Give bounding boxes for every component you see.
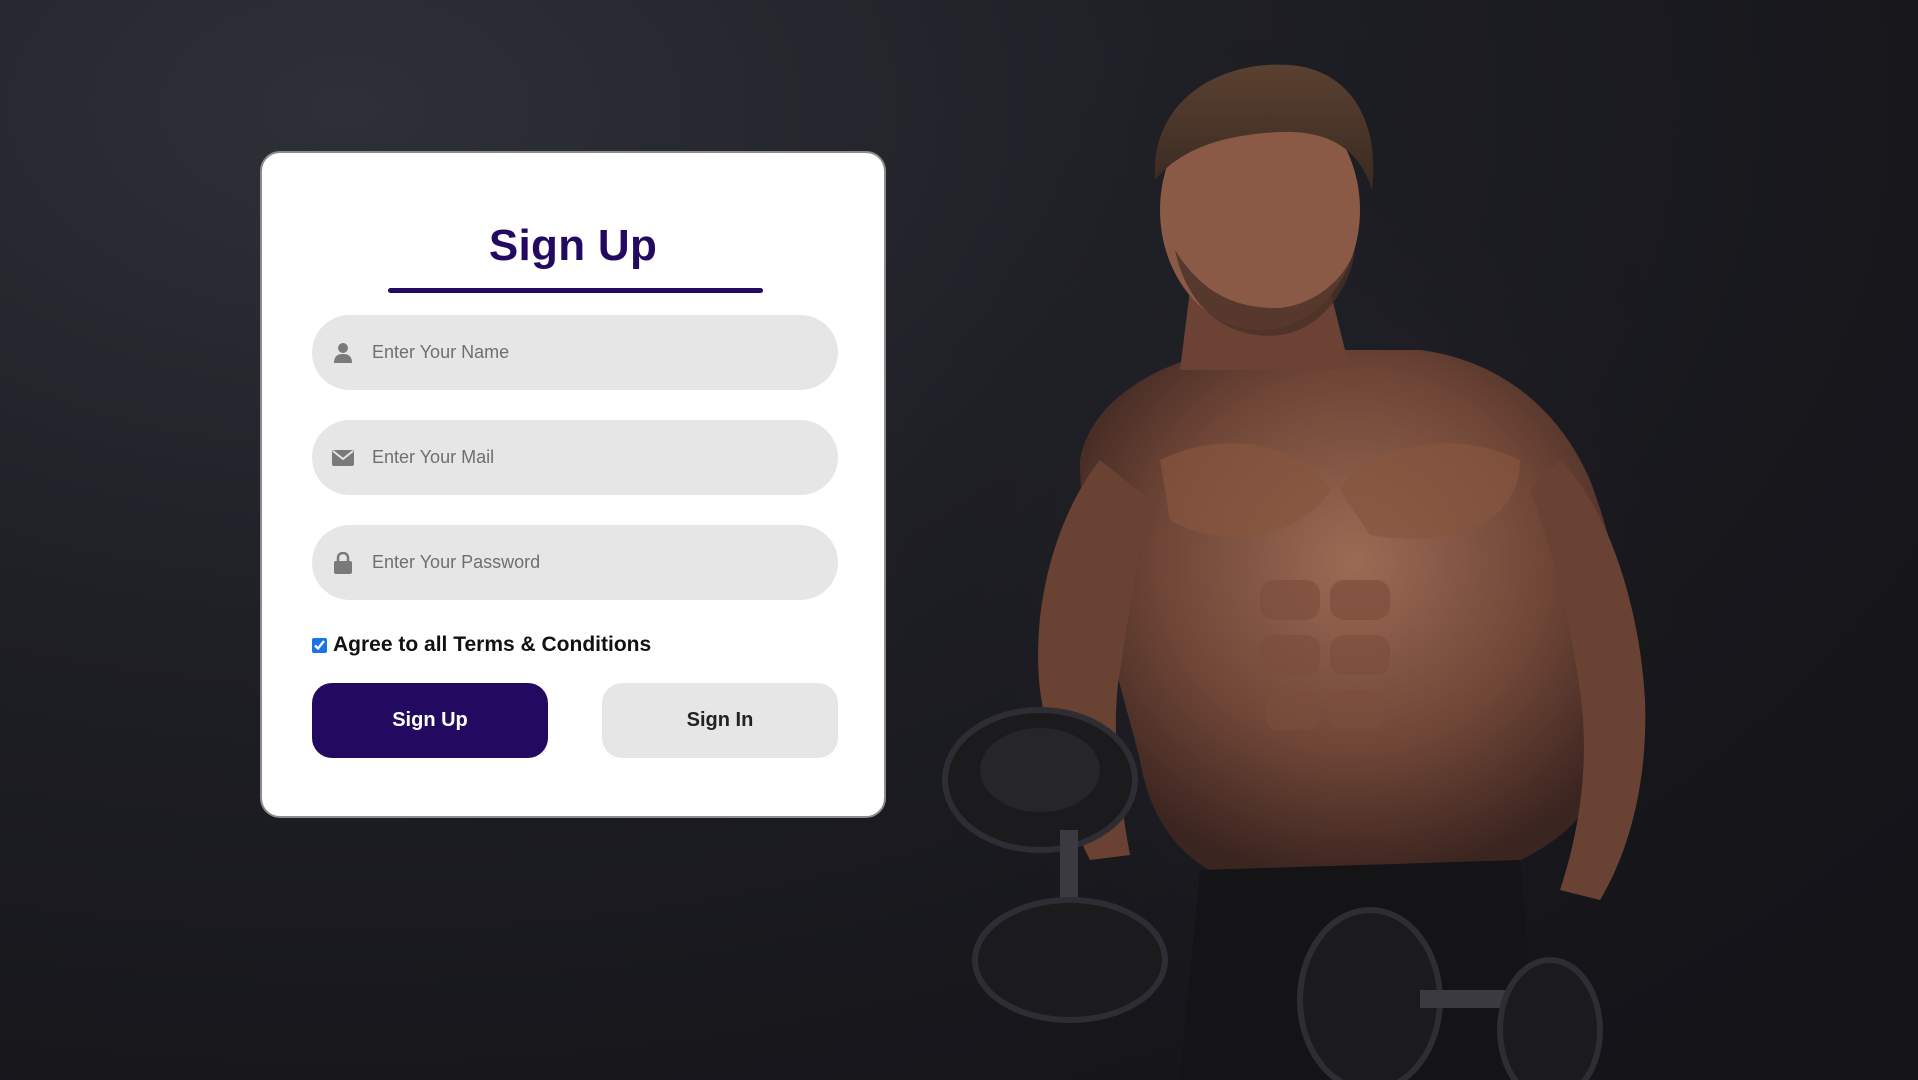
terms-label[interactable]: Agree to all Terms & Conditions — [333, 633, 651, 657]
lock-icon — [330, 550, 356, 576]
title-underline — [388, 288, 763, 293]
name-input[interactable] — [370, 331, 814, 374]
password-field[interactable] — [312, 525, 838, 600]
hero-image — [900, 40, 1700, 1080]
mail-input[interactable] — [370, 436, 814, 479]
sign-up-button[interactable]: Sign Up — [312, 683, 548, 758]
terms-checkbox[interactable] — [312, 637, 327, 653]
form-title: Sign Up — [488, 221, 658, 270]
envelope-icon — [330, 445, 356, 471]
name-field[interactable] — [312, 315, 838, 390]
user-icon — [330, 340, 356, 366]
password-input[interactable] — [370, 541, 814, 584]
mail-field[interactable] — [312, 420, 838, 495]
terms-row: Agree to all Terms & Conditions — [312, 633, 651, 657]
sign-in-button[interactable]: Sign In — [602, 683, 838, 758]
signup-card: Sign Up Agree to all T — [260, 151, 886, 818]
